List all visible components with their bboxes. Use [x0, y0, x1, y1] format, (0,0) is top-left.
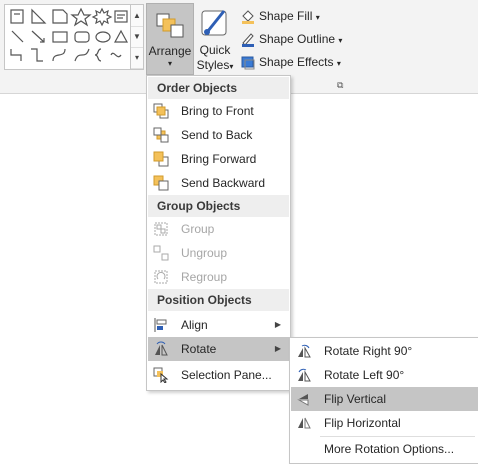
arrange-icon	[156, 13, 184, 38]
menu-item-bring-forward[interactable]: Bring Forward	[148, 147, 289, 171]
menu-item-rotate[interactable]: Rotate ▶	[148, 337, 289, 361]
gallery-scrollbar[interactable]: ▲ ▼ ▾	[130, 5, 143, 69]
arrange-button[interactable]: Arrange ▾	[146, 3, 194, 75]
gallery-more-icon[interactable]: ▾	[131, 47, 143, 69]
shape-outline-label: Shape Outline ▾	[259, 32, 343, 46]
group-icon	[154, 222, 168, 236]
ungroup-icon	[153, 245, 169, 261]
regroup-icon	[154, 270, 168, 284]
submenu-arrow-icon: ▶	[274, 344, 281, 353]
shape-effects-label: Shape Effects ▾	[259, 55, 341, 69]
shapes-gallery-icons	[10, 7, 129, 62]
dialog-launcher-icon[interactable]: ⧉	[337, 80, 343, 91]
send-to-back-icon	[153, 127, 169, 143]
menu-item-regroup: Regroup	[148, 265, 289, 289]
flip-horizontal-icon	[298, 417, 311, 429]
submenu-item-more-rotation-options[interactable]: More Rotation Options...	[291, 437, 478, 461]
menu-item-selection-pane[interactable]: Selection Pane...	[148, 363, 289, 387]
chevron-up-icon[interactable]: ▲	[131, 5, 143, 27]
rotate-icon	[155, 341, 168, 356]
menu-item-ungroup: Ungroup	[148, 241, 289, 265]
shape-effects-icon	[241, 56, 255, 70]
rotate-left-icon	[298, 368, 311, 382]
menu-item-group: Group	[148, 217, 289, 241]
quick-styles-label: Quick	[199, 43, 231, 57]
arrange-menu: Order Objects Bring to Front Send to Bac…	[146, 75, 291, 391]
arrange-label: Arrange	[148, 44, 192, 58]
rotate-right-icon	[298, 344, 311, 358]
pencil-icon	[242, 33, 254, 47]
menu-item-send-to-back[interactable]: Send to Back	[148, 123, 289, 147]
paint-bucket-icon	[242, 10, 254, 24]
menu-item-bring-to-front[interactable]: Bring to Front	[148, 99, 289, 123]
quick-styles-icon	[201, 10, 227, 36]
submenu-item-rotate-left-90[interactable]: Rotate Left 90°	[291, 363, 478, 387]
selection-pane-icon	[153, 367, 169, 383]
menu-header-group-objects: Group Objects	[148, 195, 289, 217]
submenu-arrow-icon: ▶	[274, 320, 281, 329]
flip-vertical-icon	[297, 394, 309, 406]
menu-header-order-objects: Order Objects	[148, 77, 289, 99]
rotate-submenu: Rotate Right 90° Rotate Left 90° Flip Ve…	[289, 337, 478, 464]
send-backward-icon	[153, 175, 169, 191]
bring-to-front-icon	[153, 103, 169, 119]
quick-styles-label-2: Styles▾	[196, 58, 234, 72]
bring-forward-icon	[153, 151, 169, 167]
quick-styles-button[interactable]: Quick Styles▾	[194, 3, 236, 73]
submenu-item-flip-horizontal[interactable]: Flip Horizontal	[291, 411, 478, 435]
menu-header-position-objects: Position Objects	[148, 289, 289, 311]
menu-item-align[interactable]: Align ▶	[148, 313, 289, 337]
chevron-down-icon: ▾	[167, 59, 172, 68]
shape-fill-label: Shape Fill ▾	[259, 9, 320, 23]
align-icon	[154, 318, 167, 332]
menu-item-send-backward[interactable]: Send Backward	[148, 171, 289, 195]
submenu-item-rotate-right-90[interactable]: Rotate Right 90°	[291, 339, 478, 363]
submenu-item-flip-vertical[interactable]: Flip Vertical	[291, 387, 478, 411]
shapes-gallery[interactable]: ▲ ▼ ▾	[4, 4, 144, 70]
chevron-down-icon[interactable]: ▼	[131, 26, 143, 48]
